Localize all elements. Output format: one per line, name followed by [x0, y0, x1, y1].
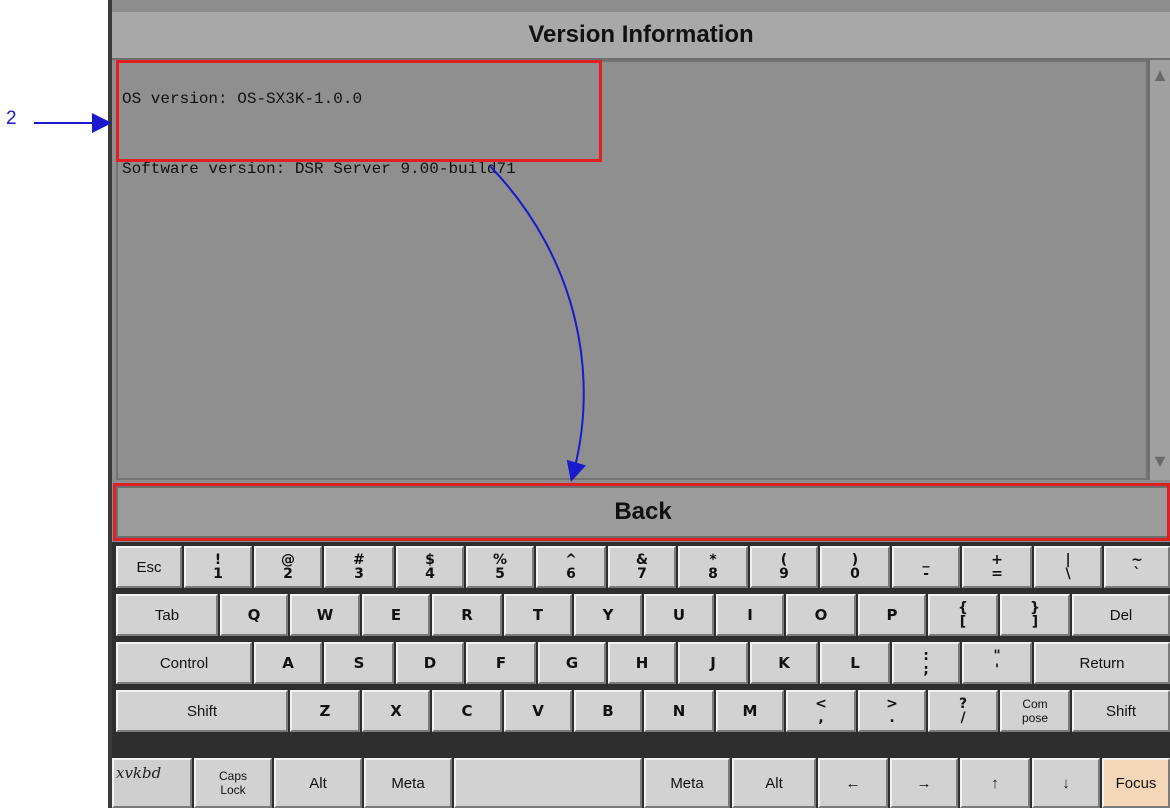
annotation-overlay [34, 113, 587, 482]
flow-arrow [489, 165, 587, 482]
